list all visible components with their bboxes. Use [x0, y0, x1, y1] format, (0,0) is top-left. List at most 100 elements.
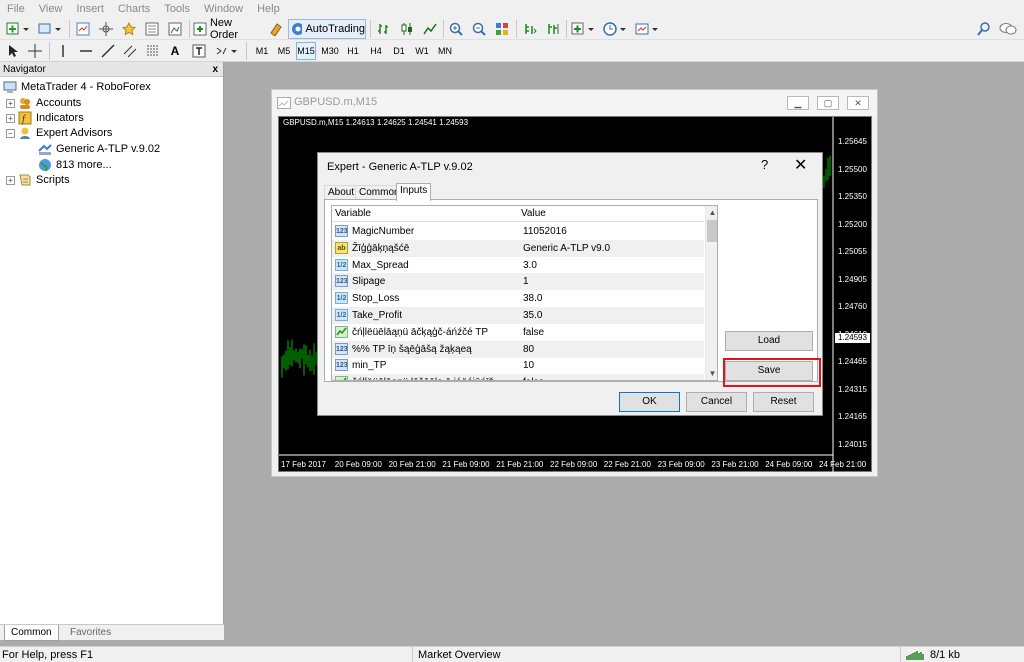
variable-value[interactable]: 3.0	[523, 260, 537, 271]
help-button[interactable]: ?	[761, 157, 768, 172]
tile-windows-button[interactable]	[492, 19, 512, 39]
navigator-close-button[interactable]: x	[212, 62, 218, 77]
table-row[interactable]: 123 %% TP īņ šąēģāšą žąķąeą 80	[332, 340, 704, 358]
indicators-menu-button[interactable]	[569, 19, 597, 39]
table-scrollbar[interactable]: ▲ ▼	[705, 206, 717, 380]
text-label-button[interactable]	[190, 41, 208, 61]
horizontal-line-button[interactable]	[77, 41, 95, 61]
menu-insert[interactable]: Insert	[69, 0, 111, 18]
tab-about[interactable]: About	[324, 185, 359, 200]
timeframe-m30[interactable]: M30	[320, 42, 340, 60]
equidistant-channel-button[interactable]	[121, 41, 139, 61]
variable-value[interactable]: 1	[523, 276, 529, 287]
arrows-menu-button[interactable]	[214, 41, 240, 61]
new-chart-button[interactable]	[4, 19, 32, 39]
expand-icon[interactable]: +	[6, 98, 15, 108]
table-row[interactable]: 1/2 Take_Profit 35.0	[332, 307, 704, 324]
scroll-up-arrow-icon[interactable]: ▲	[706, 206, 717, 219]
maximize-button[interactable]: ▢	[817, 96, 839, 110]
tab-inputs[interactable]: Inputs	[396, 183, 432, 201]
templates-menu-button[interactable]	[633, 19, 661, 39]
tree-item-ea-generic[interactable]: Generic A-TLP v.9.02	[38, 141, 160, 157]
timeframe-m1[interactable]: M1	[252, 42, 272, 60]
text-tool-button[interactable]: A	[167, 41, 183, 61]
table-row[interactable]: 123 MagicNumber 11052016	[332, 223, 704, 240]
tree-item-scripts[interactable]: + Scripts	[6, 172, 70, 188]
vertical-line-button[interactable]	[55, 41, 71, 61]
load-button[interactable]: Load	[725, 331, 813, 351]
market-watch-button[interactable]	[73, 19, 93, 39]
scroll-down-arrow-icon[interactable]: ▼	[706, 367, 717, 380]
reset-button[interactable]: Reset	[753, 392, 814, 412]
tab-common[interactable]: Common	[4, 625, 59, 641]
ok-button[interactable]: OK	[619, 392, 680, 412]
data-window-button[interactable]	[96, 19, 116, 39]
tree-item-indicators[interactable]: + f Indicators	[6, 110, 84, 126]
dialog-close-button[interactable]: ✕	[794, 155, 807, 175]
tab-favorites[interactable]: Favorites	[64, 625, 117, 641]
strategy-tester-button[interactable]	[165, 19, 185, 39]
tree-item-more[interactable]: 813 more...	[38, 157, 112, 173]
candlestick-button[interactable]	[397, 19, 417, 39]
variable-value[interactable]: Generic A-TLP v9.0	[523, 243, 610, 254]
menu-window[interactable]: Window	[197, 0, 250, 18]
fibonacci-button[interactable]	[144, 41, 162, 61]
periods-menu-button[interactable]	[601, 19, 629, 39]
zoom-in-button[interactable]	[446, 19, 466, 39]
scroll-thumb[interactable]	[707, 220, 717, 242]
variable-value[interactable]: 11052016	[523, 226, 567, 237]
autotrading-icon	[292, 23, 303, 35]
menu-charts[interactable]: Charts	[111, 0, 157, 18]
profiles-button[interactable]	[36, 19, 64, 39]
timeframe-h1[interactable]: H1	[343, 42, 363, 60]
line-chart-button[interactable]	[420, 19, 440, 39]
menu-view[interactable]: View	[32, 0, 70, 18]
timeframe-m5[interactable]: M5	[274, 42, 294, 60]
tree-item-accounts[interactable]: + Accounts	[6, 95, 81, 111]
expand-icon[interactable]: +	[6, 113, 15, 123]
crosshair-button[interactable]	[26, 41, 44, 61]
search-button[interactable]	[976, 19, 992, 39]
tree-item-label: Generic A-TLP v.9.02	[56, 143, 161, 155]
variable-value[interactable]: 35.0	[523, 310, 542, 321]
timeframe-h4[interactable]: H4	[366, 42, 386, 60]
menu-tools[interactable]: Tools	[157, 0, 197, 18]
variable-value[interactable]: 10	[523, 360, 534, 371]
timeframe-mn[interactable]: MN	[435, 42, 455, 60]
expand-icon[interactable]: +	[6, 175, 15, 185]
trendline-button[interactable]	[99, 41, 117, 61]
table-row[interactable]: 1/2 Stop_Loss 38.0	[332, 290, 704, 307]
timeframe-d1[interactable]: D1	[389, 42, 409, 60]
timeframe-m15[interactable]: M15	[296, 42, 316, 60]
autotrading-button[interactable]: AutoTrading	[288, 19, 366, 39]
chart-close-button[interactable]: ✕	[847, 96, 869, 110]
tree-root[interactable]: MetaTrader 4 - RoboForex	[3, 79, 151, 95]
navigator-button[interactable]	[119, 19, 139, 39]
table-row[interactable]: 1/2 Max_Spread 3.0	[332, 257, 704, 274]
chat-button[interactable]	[998, 19, 1018, 39]
variable-value[interactable]: 38.0	[523, 293, 542, 304]
cancel-button[interactable]: Cancel	[686, 392, 747, 412]
collapse-icon[interactable]: −	[6, 128, 15, 138]
tree-item-expert-advisors[interactable]: − Expert Advisors	[6, 125, 112, 141]
table-row[interactable]: 123 Slipage 1	[332, 273, 704, 291]
table-row[interactable]: ab Žīģģāķņąšćē Generic A-TLP v9.0	[332, 239, 704, 257]
variable-value[interactable]: 80	[523, 344, 534, 355]
metaeditor-button[interactable]	[266, 19, 286, 39]
zoom-out-button[interactable]	[469, 19, 489, 39]
timeframe-w1[interactable]: W1	[412, 42, 432, 60]
table-row[interactable]: čńļlëüēlāąņü lāšāāla ā iáëóiūńīž false	[332, 374, 704, 380]
variable-value[interactable]: false	[523, 327, 544, 338]
menu-file[interactable]: File	[0, 0, 32, 18]
terminal-button[interactable]	[142, 19, 162, 39]
menu-help[interactable]: Help	[250, 0, 287, 18]
bar-chart-button[interactable]	[374, 19, 394, 39]
minimize-button[interactable]: ▁	[787, 96, 809, 110]
table-row[interactable]: 123 min_TP 10	[332, 357, 704, 374]
chart-shift-button[interactable]	[543, 19, 563, 39]
new-order-button[interactable]: New Order	[193, 17, 263, 41]
table-row[interactable]: čńļlëüēlāąņü āčķąģč-áńźčé TP false	[332, 324, 704, 341]
auto-scroll-button[interactable]	[520, 19, 540, 39]
variable-value[interactable]: false	[523, 377, 544, 380]
cursor-button[interactable]	[5, 41, 21, 61]
